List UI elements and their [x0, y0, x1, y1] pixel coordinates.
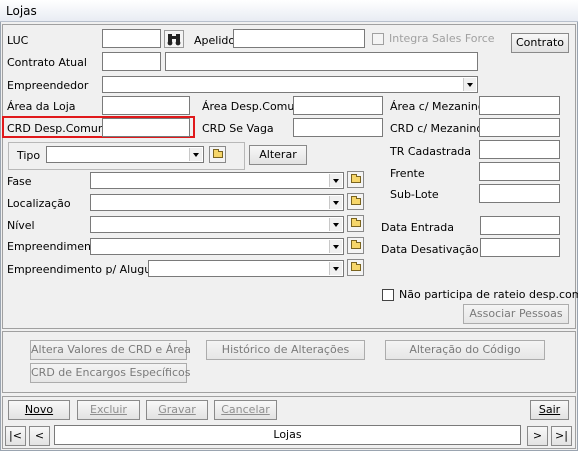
alteracao-codigo-button[interactable]: Alteração do Código: [385, 340, 545, 360]
cancelar-button[interactable]: Cancelar: [214, 400, 277, 420]
area-desp-comum-label: Área Desp.Comum: [202, 100, 306, 113]
empreendimento-alugueis-label: Empreendimento p/ Aluguéis: [7, 263, 167, 276]
folder-icon: [351, 174, 361, 183]
nav-next-button[interactable]: >: [527, 426, 548, 446]
contrato-button[interactable]: Contrato: [511, 33, 569, 53]
search-button[interactable]: [164, 30, 184, 48]
sair-button[interactable]: Sair: [530, 400, 569, 420]
empreendimento-select[interactable]: [90, 238, 344, 255]
nav-first-button[interactable]: |<: [5, 426, 26, 446]
data-entrada-input[interactable]: [480, 216, 560, 235]
chevron-down-icon[interactable]: [329, 262, 342, 275]
nao-participa-label: Não participa de rateio desp.comum: [399, 288, 578, 301]
localizacao-select[interactable]: [90, 194, 344, 211]
chevron-down-icon[interactable]: [189, 148, 202, 161]
crd-c-mezanino-input[interactable]: [479, 118, 560, 137]
contrato-atual-input[interactable]: [102, 52, 161, 71]
fase-select[interactable]: [90, 172, 344, 189]
nao-participa-checkbox[interactable]: [382, 289, 394, 301]
empreendimento-alugueis-folder-button[interactable]: [347, 259, 364, 276]
tr-cadastrada-input[interactable]: [479, 140, 560, 159]
excluir-button[interactable]: Excluir: [77, 400, 140, 420]
tipo-folder-button[interactable]: [209, 146, 226, 163]
integra-sales-force-label: Integra Sales Force: [389, 32, 495, 45]
luc-label: LUC: [7, 34, 29, 47]
window-title: Lojas: [6, 4, 37, 18]
apelido-label: Apelido: [194, 34, 236, 47]
crd-desp-comum-label: CRD Desp.Comum: [7, 122, 109, 135]
localizacao-folder-button[interactable]: [347, 193, 364, 210]
nav-prev-button[interactable]: <: [29, 426, 50, 446]
nav-record-label: Lojas: [54, 425, 521, 445]
empreendedor-select[interactable]: [102, 76, 478, 93]
localizacao-label: Localização: [7, 197, 71, 210]
associar-pessoas-button[interactable]: Associar Pessoas: [463, 304, 569, 324]
sub-lote-input[interactable]: [479, 184, 560, 203]
nav-last-button[interactable]: >|: [551, 426, 572, 446]
chevron-down-icon[interactable]: [329, 218, 342, 231]
apelido-input[interactable]: [233, 29, 365, 48]
chevron-down-icon[interactable]: [329, 240, 342, 253]
nivel-label: Nível: [7, 219, 35, 232]
empreendimento-folder-button[interactable]: [347, 237, 364, 254]
empreendimento-label: Empreendimento: [7, 240, 102, 253]
historico-alteracoes-button[interactable]: Histórico de Alterações: [206, 340, 365, 360]
crd-se-vaga-label: CRD Se Vaga: [202, 122, 274, 135]
fase-folder-button[interactable]: [347, 171, 364, 188]
folder-icon: [351, 196, 361, 205]
chevron-down-icon[interactable]: [463, 78, 476, 91]
crd-c-mezanino-label: CRD c/ Mezanino: [390, 122, 484, 135]
folder-icon: [351, 218, 361, 227]
frente-input[interactable]: [479, 162, 560, 181]
area-c-mezanino-input[interactable]: [479, 96, 560, 115]
alterar-button[interactable]: Alterar: [249, 145, 307, 165]
title-bar: Lojas: [0, 0, 578, 22]
gravar-button[interactable]: Gravar: [146, 400, 208, 420]
area-da-loja-label: Área da Loja: [7, 100, 76, 113]
tipo-select[interactable]: [46, 146, 204, 163]
empreendedor-label: Empreendedor: [7, 79, 89, 92]
area-c-mezanino-label: Área c/ Mezanino: [390, 100, 485, 113]
crd-encargos-button[interactable]: CRD de Encargos Específicos: [30, 363, 191, 383]
tipo-label: Tipo: [17, 149, 41, 162]
folder-icon: [213, 149, 223, 158]
empreendimento-alugueis-select[interactable]: [148, 260, 344, 277]
chevron-down-icon[interactable]: [329, 196, 342, 209]
folder-icon: [351, 240, 361, 249]
chevron-down-icon[interactable]: [329, 174, 342, 187]
data-desativacao-input[interactable]: [480, 238, 560, 257]
nivel-select[interactable]: [90, 216, 344, 233]
novo-button[interactable]: Novo: [8, 400, 70, 420]
area-desp-comum-input[interactable]: [293, 96, 383, 115]
crd-desp-comum-input[interactable]: [102, 118, 190, 137]
fase-label: Fase: [7, 175, 32, 188]
nivel-folder-button[interactable]: [347, 215, 364, 232]
folder-icon: [351, 262, 361, 271]
crd-se-vaga-input[interactable]: [293, 118, 383, 137]
area-da-loja-input[interactable]: [102, 96, 190, 115]
altera-valores-button[interactable]: Altera Valores de CRD e Área: [30, 340, 191, 360]
contrato-atual-description-input[interactable]: [165, 52, 478, 71]
data-desativacao-label: Data Desativação: [381, 243, 479, 256]
binoculars-icon: [167, 34, 181, 46]
sub-lote-label: Sub-Lote: [390, 188, 439, 201]
frente-label: Frente: [390, 167, 425, 180]
luc-input[interactable]: [102, 29, 161, 48]
integra-sales-force-checkbox[interactable]: [372, 33, 384, 45]
data-entrada-label: Data Entrada: [381, 221, 454, 234]
tr-cadastrada-label: TR Cadastrada: [390, 145, 472, 158]
contrato-atual-label: Contrato Atual: [7, 56, 87, 69]
